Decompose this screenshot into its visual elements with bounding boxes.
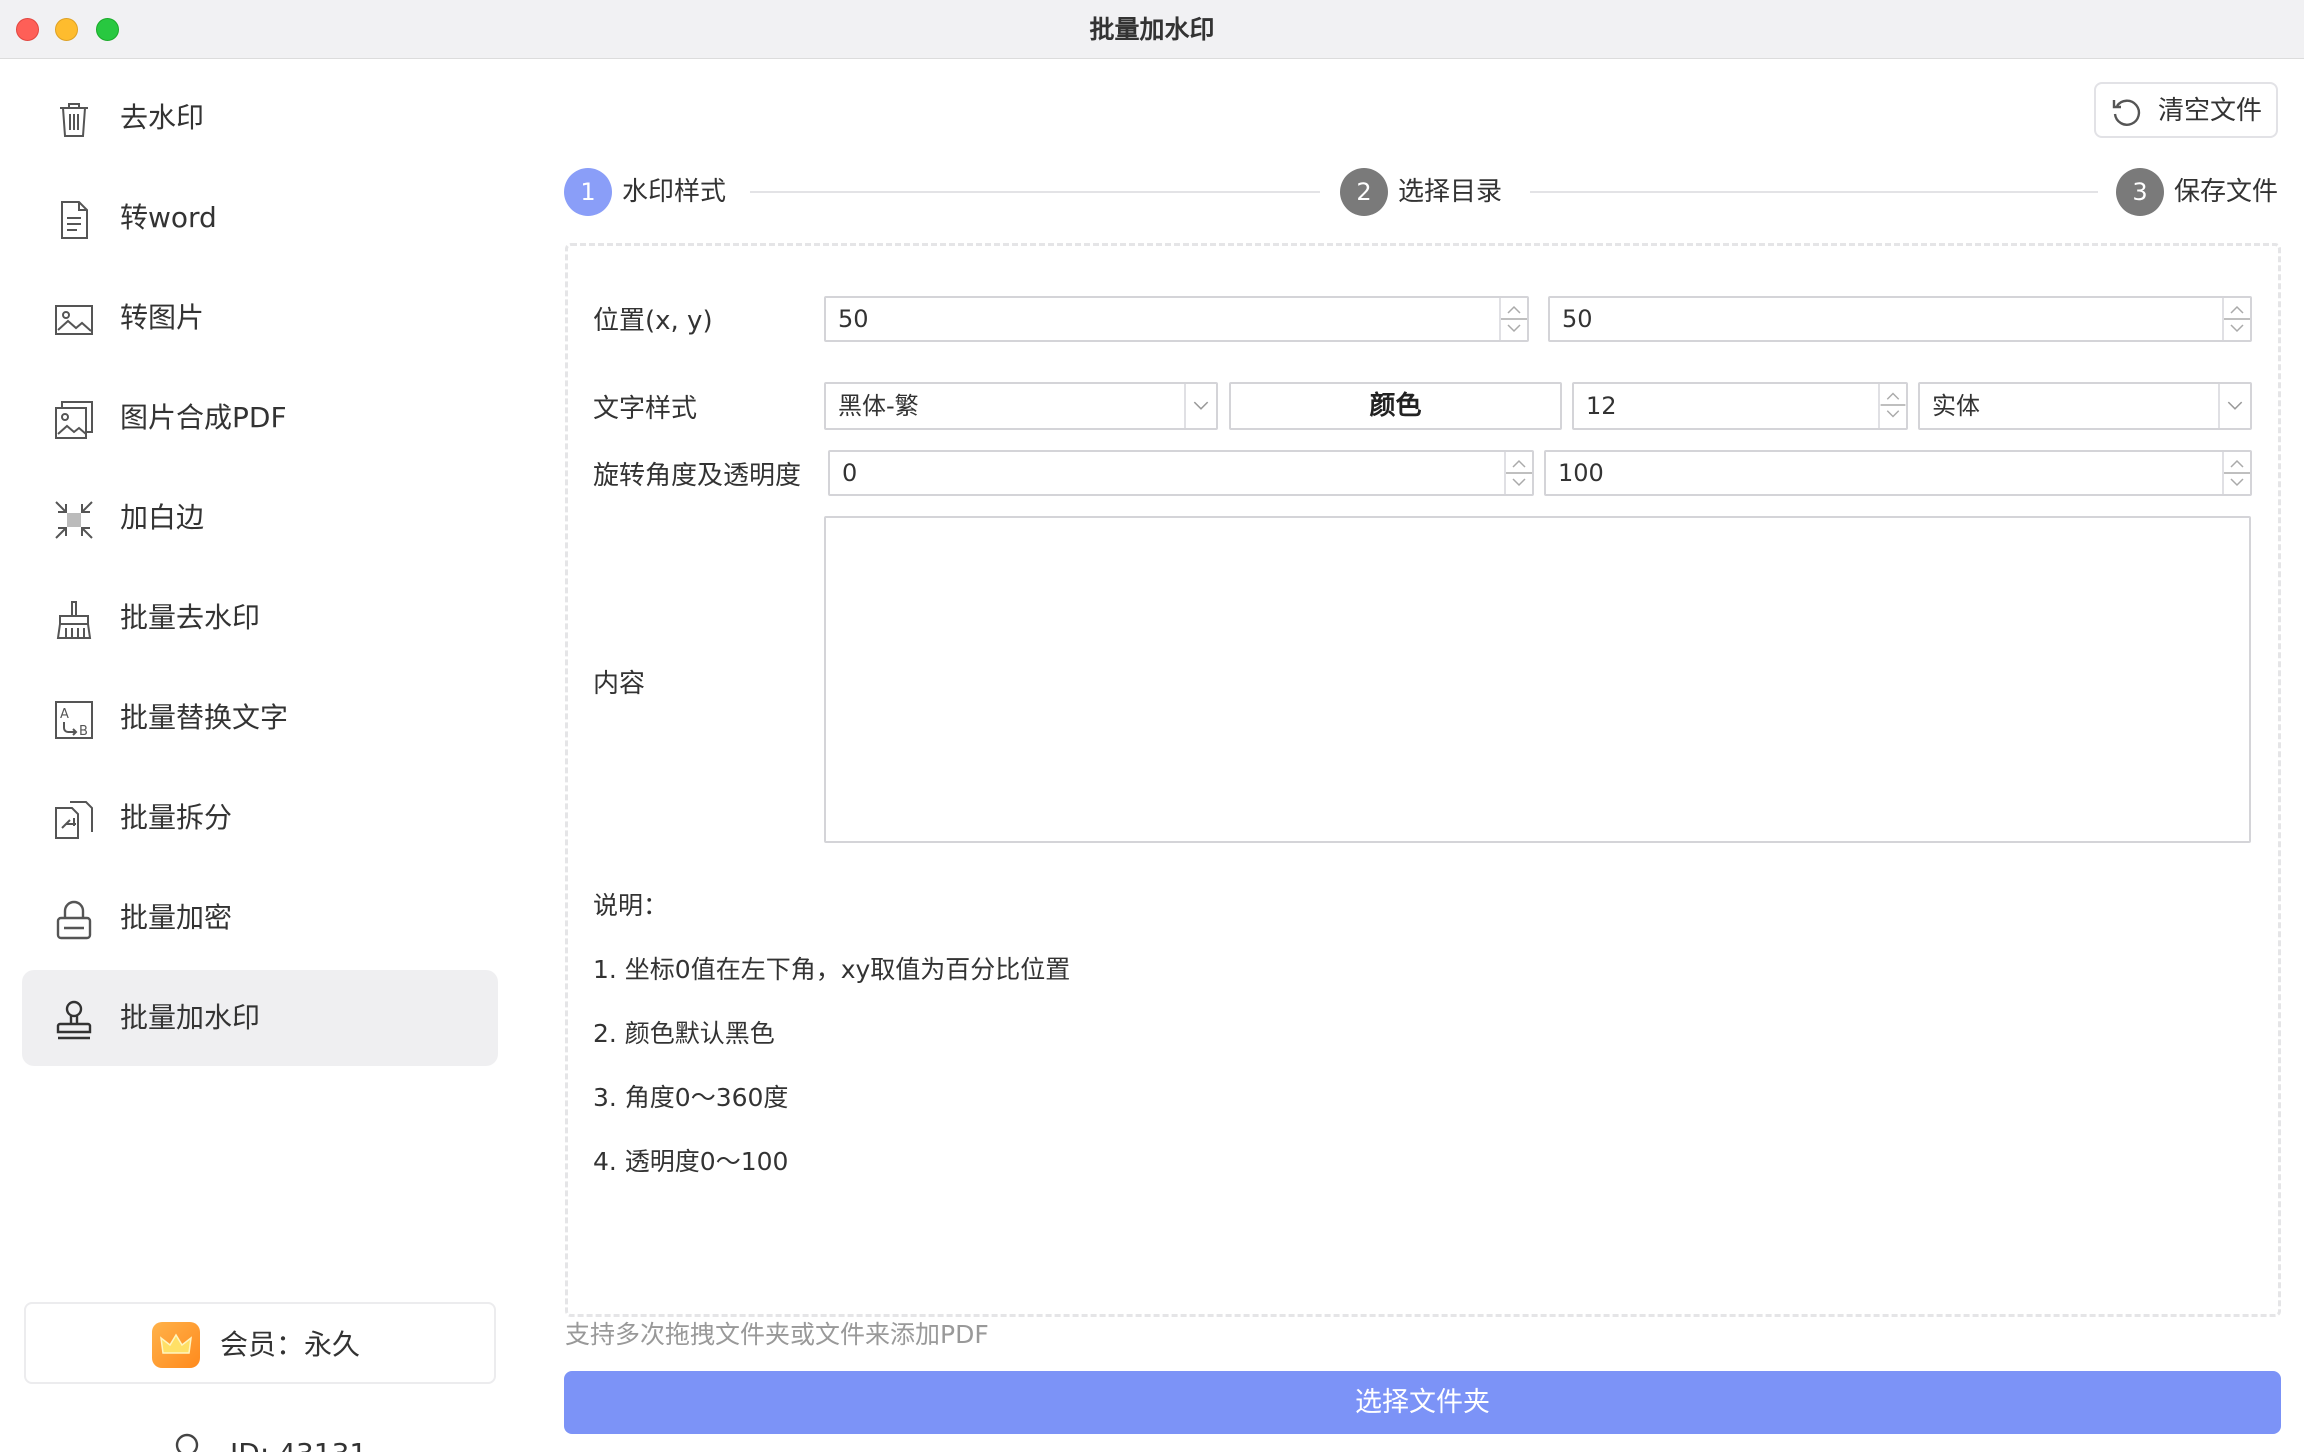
font-size-input[interactable]: 12	[1572, 382, 1908, 430]
drag-drop-hint: 支持多次拖拽文件夹或文件来添加PDF	[565, 1320, 989, 1349]
content-label: 内容	[593, 669, 646, 699]
position-x-value: 50	[838, 305, 869, 333]
step-2-indicator[interactable]: 2	[1340, 168, 1388, 216]
membership-text: 会员：永久	[220, 1328, 361, 1361]
position-y-input[interactable]: 50	[1548, 296, 2252, 342]
sidebar-item-label: 批量去水印	[120, 601, 261, 634]
font-select[interactable]: 黑体-繁	[824, 382, 1218, 430]
sidebar-item-batch-encrypt[interactable]: 批量加密	[22, 870, 498, 966]
sidebar-item-label: 加白边	[120, 501, 205, 534]
step-connector	[1530, 191, 2098, 193]
sidebar-item-add-border[interactable]: 加白边	[22, 470, 498, 566]
clear-files-button[interactable]: 清空文件	[2094, 82, 2278, 138]
sidebar-item-batch-add-watermark[interactable]: 批量加水印	[22, 970, 498, 1066]
image-pdf-icon	[52, 398, 96, 442]
font-size-value: 12	[1586, 392, 1617, 420]
image-icon	[52, 298, 96, 342]
content-textarea[interactable]	[824, 516, 2251, 843]
note-line: 3. 角度0～360度	[593, 1083, 789, 1112]
position-label: 位置(x, y)	[593, 306, 713, 336]
step-3-label[interactable]: 保存文件	[2174, 168, 2278, 216]
note-line: 2. 颜色默认黑色	[593, 1019, 775, 1048]
title-bar: 批量加水印	[0, 0, 2304, 59]
stepper-icon[interactable]	[1878, 384, 1906, 428]
trash-icon	[52, 98, 96, 142]
stamp-icon	[52, 998, 96, 1042]
svg-text:A: A	[60, 707, 69, 722]
document-icon	[52, 198, 96, 242]
sidebar-item-remove-watermark[interactable]: 去水印	[22, 70, 498, 166]
note-line: 1. 坐标0值在左下角，xy取值为百分比位置	[593, 955, 1071, 984]
select-folder-button[interactable]: 选择文件夹	[564, 1371, 2281, 1434]
crown-icon	[152, 1322, 200, 1368]
rotation-angle-input[interactable]: 0	[828, 450, 1534, 496]
svg-text:B: B	[79, 724, 88, 739]
clear-files-label: 清空文件	[2158, 96, 2263, 126]
sidebar-item-label: 去水印	[120, 101, 205, 134]
refresh-icon	[2112, 99, 2141, 126]
sidebar-item-label: 批量加密	[120, 901, 233, 934]
sidebar-item-label: 批量加水印	[120, 1001, 261, 1034]
rotation-opacity-label: 旋转角度及透明度	[593, 461, 802, 491]
font-weight-select[interactable]: 实体	[1918, 382, 2252, 430]
sidebar-item-batch-replace-text[interactable]: AB 批量替换文字	[22, 670, 498, 766]
sidebar-item-label: 图片合成PDF	[120, 401, 287, 434]
stepper-icon[interactable]	[2222, 298, 2250, 340]
text-style-label: 文字样式	[593, 394, 698, 424]
chevron-down-icon	[1184, 384, 1216, 428]
sidebar-item-images-to-pdf[interactable]: 图片合成PDF	[22, 370, 498, 466]
position-x-input[interactable]: 50	[824, 296, 1529, 342]
sidebar-item-batch-split[interactable]: 批量拆分	[22, 770, 498, 866]
sidebar-item-to-image[interactable]: 转图片	[22, 270, 498, 366]
chevron-down-icon	[2218, 384, 2250, 428]
lock-icon	[52, 898, 96, 942]
position-y-value: 50	[1562, 305, 1593, 333]
font-weight-value: 实体	[1932, 392, 1980, 420]
opacity-value: 100	[1558, 459, 1604, 487]
split-document-icon	[52, 798, 96, 842]
stepper-icon[interactable]	[1499, 298, 1527, 340]
user-icon	[175, 1433, 199, 1452]
step-2-label[interactable]: 选择目录	[1398, 168, 1502, 216]
step-1-label[interactable]: 水印样式	[622, 168, 726, 216]
step-1-indicator[interactable]: 1	[564, 168, 612, 216]
user-id-text: ID: 43131	[230, 1428, 367, 1452]
window-title: 批量加水印	[1089, 15, 1215, 44]
sidebar-item-label: 转word	[120, 201, 217, 234]
stepper-icon[interactable]	[1504, 452, 1532, 494]
sidebar-item-to-word[interactable]: 转word	[22, 170, 498, 266]
sidebar-item-label: 批量替换文字	[120, 701, 289, 734]
font-select-value: 黑体-繁	[838, 392, 919, 420]
sidebar-item-batch-remove-watermark[interactable]: 批量去水印	[22, 570, 498, 666]
membership-badge[interactable]: 会员：永久	[24, 1302, 496, 1384]
sidebar-item-label: 转图片	[120, 301, 205, 334]
opacity-input[interactable]: 100	[1544, 450, 2252, 496]
replace-text-icon: AB	[52, 698, 96, 742]
note-line: 4. 透明度0～100	[593, 1147, 789, 1176]
broom-icon	[52, 598, 96, 642]
notes-heading: 说明：	[593, 891, 669, 920]
rotation-angle-value: 0	[842, 459, 858, 487]
sidebar-item-label: 批量拆分	[120, 801, 233, 834]
color-button[interactable]: 颜色	[1229, 382, 1562, 430]
step-3-indicator[interactable]: 3	[2116, 168, 2164, 216]
shrink-arrows-icon	[52, 498, 96, 542]
step-connector	[750, 191, 1320, 193]
stepper-icon[interactable]	[2222, 452, 2250, 494]
sidebar: 去水印 转word 转图片 图片合成PDF 加白边 批量去水印 AB 批量替换文…	[0, 60, 520, 1452]
